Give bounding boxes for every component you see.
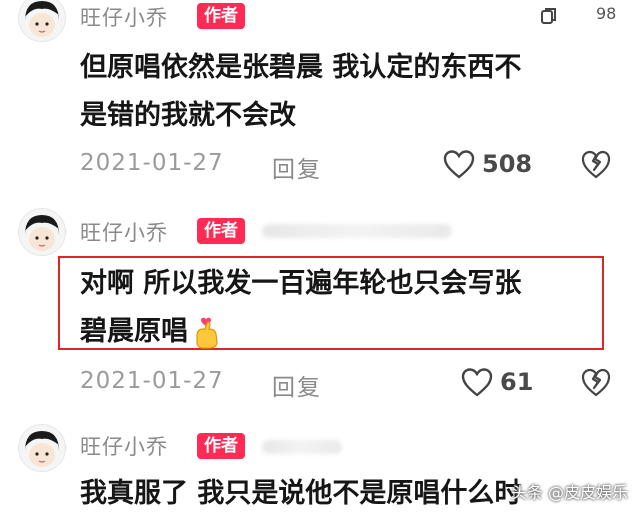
- author-badge: 作者: [197, 218, 245, 244]
- blurred-text: [262, 224, 452, 238]
- avatar[interactable]: [18, 0, 66, 42]
- like-count: 61: [500, 368, 534, 396]
- username[interactable]: 旺仔小乔: [80, 217, 168, 247]
- comment-line: 是错的我就不会改: [80, 100, 296, 131]
- heart-icon: [461, 368, 493, 397]
- watermark: 头条 @皮皮娱乐: [510, 483, 628, 502]
- avatar[interactable]: [18, 208, 66, 256]
- heart-icon: [443, 150, 475, 179]
- like-button[interactable]: 508: [442, 148, 532, 180]
- username[interactable]: 旺仔小乔: [80, 431, 168, 461]
- comment-text: 对啊 所以我发一百遍年轮也只会写张 碧晨原唱: [80, 260, 610, 356]
- blurred-text: [262, 440, 342, 454]
- dislike-icon[interactable]: [580, 366, 612, 398]
- like-count: 508: [482, 150, 533, 178]
- avatar[interactable]: [18, 424, 66, 472]
- top-count: 98: [596, 4, 617, 23]
- dislike-icon[interactable]: [580, 148, 612, 180]
- reply-button[interactable]: 回复: [272, 150, 322, 184]
- author-badge: 作者: [197, 3, 245, 29]
- comment-date: 2021-01-27: [80, 368, 224, 394]
- copy-icon[interactable]: [540, 6, 558, 26]
- comment-line-text: 碧晨原唱: [80, 316, 188, 347]
- finger-heart-emoji: [196, 317, 218, 349]
- comment-line: 碧晨原唱: [80, 308, 610, 356]
- reply-button[interactable]: 回复: [272, 368, 322, 402]
- comment-line: 但原唱依然是张碧晨 我认定的东西不: [80, 52, 522, 83]
- comment-line: 对啊 所以我发一百遍年轮也只会写张: [80, 268, 522, 299]
- username[interactable]: 旺仔小乔: [80, 2, 168, 32]
- author-badge: 作者: [197, 433, 245, 459]
- comment-date: 2021-01-27: [80, 150, 224, 176]
- comment-text: 但原唱依然是张碧晨 我认定的东西不 是错的我就不会改: [80, 44, 610, 140]
- like-button[interactable]: 61: [460, 366, 533, 398]
